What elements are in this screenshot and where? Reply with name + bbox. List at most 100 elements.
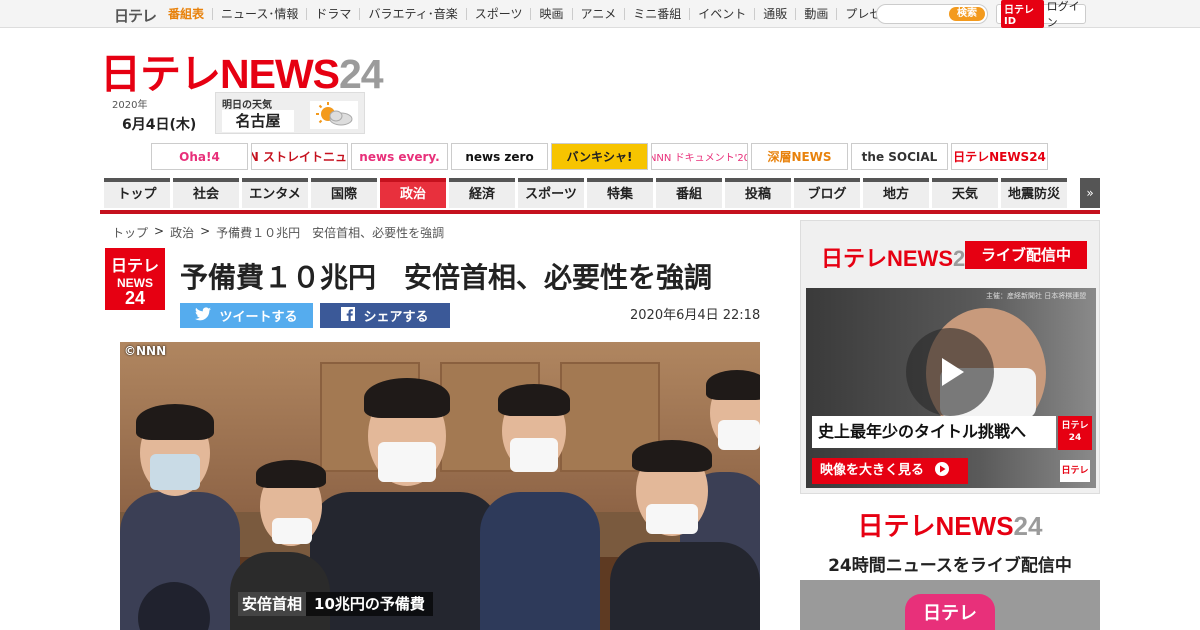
site-logo[interactable]: 日テレNEWS 24 [100, 40, 384, 97]
article-title: 予備費１０兆円 安倍首相、必要性を強調 [180, 261, 713, 294]
video-person-hair [136, 404, 214, 440]
video-person-mask [272, 518, 312, 544]
tab-disaster[interactable]: 地震防災 [1001, 178, 1067, 208]
video-person-hair [706, 370, 760, 400]
live-logo-text: 日テレNEWS [821, 246, 954, 271]
video-person-mask [510, 438, 558, 472]
ntv-home-logo[interactable]: 日テレ [114, 5, 157, 26]
program-banner[interactable]: NNN ストレイトニュース [251, 143, 348, 170]
live24-promo[interactable]: 日テレNEWS24 24時間ニュースをライブ配信中 [800, 506, 1100, 576]
share-label: シェアする [363, 310, 429, 325]
tab-blog[interactable]: ブログ [794, 178, 860, 208]
publish-date: 2020年6月4日 22:18 [630, 308, 761, 323]
tab-programs[interactable]: 番組 [656, 178, 722, 208]
date-display: 2020年 6月4日(木) [112, 96, 196, 134]
tab-society[interactable]: 社会 [173, 178, 239, 208]
weather-widget[interactable]: 明日の天気 名古屋 [215, 92, 365, 134]
global-nav-item[interactable]: 番組表 [160, 8, 212, 20]
global-nav-item[interactable]: ニュース･情報 [212, 8, 306, 20]
tab-politics[interactable]: 政治 [380, 178, 446, 208]
watch-large-button[interactable]: 映像を大きく見る [812, 458, 968, 484]
app-promo[interactable]: 日テレ [800, 580, 1100, 630]
site-logo-number: 24 [339, 51, 384, 97]
tab-economy[interactable]: 経済 [449, 178, 515, 208]
thumbnail-credit: 主催：産経新聞社 日本将棋連盟 [986, 292, 1087, 300]
program-banner[interactable]: 日テレNEWS24 [951, 143, 1048, 170]
tab-weather[interactable]: 天気 [932, 178, 998, 208]
video-caption-text: 10兆円の予備費 [306, 592, 433, 616]
global-top-bar: 日テレ 番組表 ニュース･情報 ドラマ バラエティ･音楽 スポーツ 映画 アニメ… [0, 0, 1200, 29]
global-nav-item[interactable]: ミニ番組 [624, 8, 689, 20]
global-nav-item[interactable]: スポーツ [465, 8, 531, 20]
live-badge: ライブ配信中 [965, 241, 1087, 269]
global-nav-item[interactable]: アニメ [571, 8, 625, 20]
global-nav-item[interactable]: 動画 [795, 8, 836, 20]
live24-logo: 日テレNEWS24 [800, 506, 1100, 543]
ntv-id-badge: 日テレID [1001, 0, 1044, 28]
video-person-mask [378, 442, 436, 482]
global-nav-item[interactable]: ドラマ [306, 8, 359, 20]
tab-entertainment[interactable]: エンタメ [242, 178, 308, 208]
video-person [480, 492, 600, 630]
global-nav-item[interactable]: 映画 [530, 8, 571, 20]
live-video-thumbnail[interactable]: 主催：産経新聞社 日本将棋連盟 史上最年少のタイトル挑戦へ 日テレ 24 映像を… [806, 288, 1096, 488]
sun-cloud-icon [310, 101, 358, 129]
ntv-small-logo: 日テレ [1060, 460, 1090, 482]
video-caption: 安倍首相 10兆円の予備費 [238, 592, 433, 616]
video-copyright: ©NNN [124, 344, 167, 358]
thumbnail-channel-logo: 日テレ 24 [1058, 416, 1092, 450]
global-nav: 番組表 ニュース･情報 ドラマ バラエティ･音楽 スポーツ 映画 アニメ ミニ番… [160, 0, 913, 28]
tweet-button[interactable]: ツイートする [180, 303, 313, 328]
program-banner[interactable]: the SOCIAL [851, 143, 948, 170]
search-input[interactable]: 検索 [876, 4, 988, 24]
program-banner[interactable]: 深層NEWS [751, 143, 848, 170]
login-label: ログイン [1046, 0, 1080, 29]
breadcrumb-separator: > [200, 224, 211, 238]
program-banner-row: Oha!4 NNN ストレイトニュース news every. news zer… [151, 143, 1048, 170]
nav-divider [100, 210, 1100, 214]
program-banner[interactable]: Oha!4 [151, 143, 248, 170]
video-person-mask [150, 454, 200, 490]
video-person [230, 552, 330, 630]
site-logo-text: 日テレNEWS [100, 51, 340, 97]
video-person [610, 542, 760, 630]
tab-submissions[interactable]: 投稿 [725, 178, 791, 208]
program-banner[interactable]: news zero [451, 143, 548, 170]
article-video[interactable]: ©NNN 安倍首相 10兆円の予備費 [120, 342, 760, 630]
category-nav: トップ 社会 エンタメ 国際 政治 経済 スポーツ 特集 番組 投稿 ブログ 地… [104, 178, 1067, 208]
tab-sports[interactable]: スポーツ [518, 178, 584, 208]
breadcrumb-current: 予備費１０兆円 安倍首相、必要性を強調 [216, 226, 445, 240]
tab-regional[interactable]: 地方 [863, 178, 929, 208]
live-stream-logo: 日テレNEWS24 [821, 241, 978, 273]
weather-label: 明日の天気 [222, 100, 272, 111]
global-nav-item[interactable]: 通販 [754, 8, 795, 20]
tab-features[interactable]: 特集 [587, 178, 653, 208]
tab-international[interactable]: 国際 [311, 178, 377, 208]
tab-top[interactable]: トップ [104, 178, 170, 208]
search-button[interactable]: 検索 [949, 7, 985, 21]
login-button[interactable]: 日テレID ログイン [996, 0, 1086, 29]
program-banner[interactable]: news every. [351, 143, 448, 170]
live24-logo-text: 日テレNEWS [857, 511, 1014, 541]
ntv-app-icon: 日テレ [905, 594, 995, 630]
video-person-mask [646, 504, 698, 534]
play-icon[interactable] [906, 328, 994, 416]
breadcrumb-item[interactable]: 政治 [170, 224, 194, 241]
date-year: 2020年 [112, 100, 148, 111]
program-banner[interactable]: NNN ドキュメント'20 [651, 143, 748, 170]
global-nav-item[interactable]: バラエティ･音楽 [359, 8, 465, 20]
play-triangle-icon [929, 462, 949, 478]
video-caption-tag: 安倍首相 [238, 592, 307, 616]
global-nav-item[interactable]: イベント [689, 8, 754, 20]
video-person-hair [256, 460, 326, 488]
ntv-news24-badge: 日テレ NEWS 24 [105, 248, 165, 310]
video-person-mask [718, 420, 760, 450]
weather-city: 名古屋 [222, 110, 294, 132]
video-person-hair [632, 440, 712, 472]
video-person-hair [364, 378, 450, 418]
chevron-right-icon[interactable]: » [1080, 178, 1100, 208]
program-banner[interactable]: バンキシャ! [551, 143, 648, 170]
live24-subtitle: 24時間ニュースをライブ配信中 [828, 556, 1072, 576]
breadcrumb-item[interactable]: トップ [112, 224, 148, 241]
facebook-share-button[interactable]: シェアする [320, 303, 450, 328]
